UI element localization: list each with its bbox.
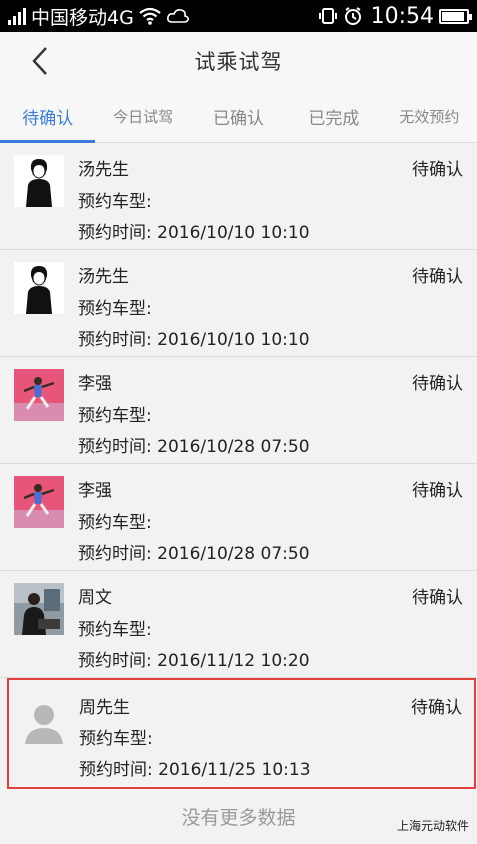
customer-name: 汤先生 <box>78 160 129 180</box>
customer-name: 周文 <box>78 588 112 608</box>
time-line: 预约时间: 2016/10/10 10:10 <box>78 218 310 243</box>
car-model-line: 预约车型: <box>78 187 152 212</box>
signal-icon <box>8 7 26 25</box>
appointment-time: 2016/11/25 10:13 <box>158 760 311 780</box>
time-line: 预约时间: 2016/10/28 07:50 <box>78 432 310 457</box>
status-bar-right: 10:54 <box>318 3 472 29</box>
time-line: 预约时间: 2016/11/12 10:20 <box>78 646 310 671</box>
car-model-label: 预约车型: <box>78 192 152 212</box>
car-model-label: 预约车型: <box>79 729 153 749</box>
time-label: 预约时间: <box>79 760 153 780</box>
tab-completed[interactable]: 已完成 <box>286 90 381 142</box>
time-line: 预约时间: 2016/10/10 10:10 <box>78 325 310 350</box>
car-model-line: 预约车型: <box>78 508 152 533</box>
status-bar: 中国移动4G 10:54 <box>0 0 477 32</box>
time-line: 预约时间: 2016/10/28 07:50 <box>78 539 310 564</box>
appointment-time: 2016/11/12 10:20 <box>157 651 310 671</box>
car-model-line: 预约车型: <box>79 724 153 749</box>
list-item[interactable]: 李强 待确认 预约车型: 预约时间: 2016/10/28 07:50 <box>0 357 477 464</box>
status-label: 待确认 <box>412 588 463 608</box>
clock-time: 10:54 <box>370 3 434 29</box>
customer-name: 周先生 <box>79 698 130 718</box>
time-label: 预约时间: <box>78 223 152 243</box>
time-label: 预约时间: <box>78 544 152 564</box>
car-model-label: 预约车型: <box>78 406 152 426</box>
list-item[interactable]: 汤先生 待确认 预约车型: 预约时间: 2016/10/10 10:10 <box>0 250 477 357</box>
chevron-left-icon <box>32 47 47 75</box>
page-title: 试乘试驾 <box>194 50 283 74</box>
appointment-time: 2016/10/28 07:50 <box>157 437 310 457</box>
status-tabs: 待确认 今日试驾 已确认 已完成 无效预约 <box>0 90 477 143</box>
back-button[interactable] <box>24 42 56 80</box>
title-bar: 试乘试驾 <box>0 32 477 91</box>
tab-invalid[interactable]: 无效预约 <box>382 90 477 142</box>
status-bar-left: 中国移动4G <box>8 3 190 30</box>
avatar <box>14 369 64 421</box>
list-item[interactable]: 周文 待确认 预约车型: 预约时间: 2016/11/12 10:20 <box>0 571 477 678</box>
appointment-list: 汤先生 待确认 预约车型: 预约时间: 2016/10/10 10:10 汤先生… <box>0 143 477 789</box>
appointment-time: 2016/10/28 07:50 <box>157 544 310 564</box>
status-label: 待确认 <box>412 374 463 394</box>
list-item-highlighted[interactable]: 周先生 待确认 预约车型: 预约时间: 2016/11/25 10:13 <box>7 678 476 789</box>
appointment-time: 2016/10/10 10:10 <box>157 223 310 243</box>
car-model-label: 预约车型: <box>78 513 152 533</box>
cloud-icon <box>166 9 189 23</box>
customer-name: 汤先生 <box>78 267 129 287</box>
time-label: 预约时间: <box>78 330 152 350</box>
status-label: 待确认 <box>412 267 463 287</box>
car-model-line: 预约车型: <box>78 294 152 319</box>
avatar <box>14 155 64 207</box>
time-line: 预约时间: 2016/11/25 10:13 <box>79 755 311 780</box>
status-label: 待确认 <box>412 160 463 180</box>
customer-name: 李强 <box>78 481 112 501</box>
car-model-label: 预约车型: <box>78 299 152 319</box>
appointment-time: 2016/10/10 10:10 <box>157 330 310 350</box>
battery-icon <box>439 8 472 24</box>
watermark: 上海元动软件 <box>396 819 469 833</box>
list-item[interactable]: 李强 待确认 预约车型: 预约时间: 2016/10/28 07:50 <box>0 464 477 571</box>
avatar <box>14 583 64 635</box>
status-label: 待确认 <box>412 481 463 501</box>
time-label: 预约时间: <box>78 651 152 671</box>
wifi-icon <box>139 7 161 25</box>
car-model-label: 预约车型: <box>78 620 152 640</box>
list-item[interactable]: 汤先生 待确认 预约车型: 预约时间: 2016/10/10 10:10 <box>0 143 477 250</box>
avatar <box>14 262 64 314</box>
status-label: 待确认 <box>411 698 462 718</box>
default-avatar-icon <box>19 698 69 750</box>
tab-confirmed[interactable]: 已确认 <box>191 90 286 142</box>
carrier-label: 中国移动4G <box>31 6 134 29</box>
alarm-icon <box>344 7 361 25</box>
tab-today[interactable]: 今日试驾 <box>95 90 190 142</box>
car-model-line: 预约车型: <box>78 401 152 426</box>
car-model-line: 预约车型: <box>78 615 152 640</box>
avatar <box>14 476 64 528</box>
vibrate-icon <box>318 8 337 24</box>
time-label: 预约时间: <box>78 437 152 457</box>
tab-pending[interactable]: 待确认 <box>0 90 96 143</box>
customer-name: 李强 <box>78 374 112 394</box>
